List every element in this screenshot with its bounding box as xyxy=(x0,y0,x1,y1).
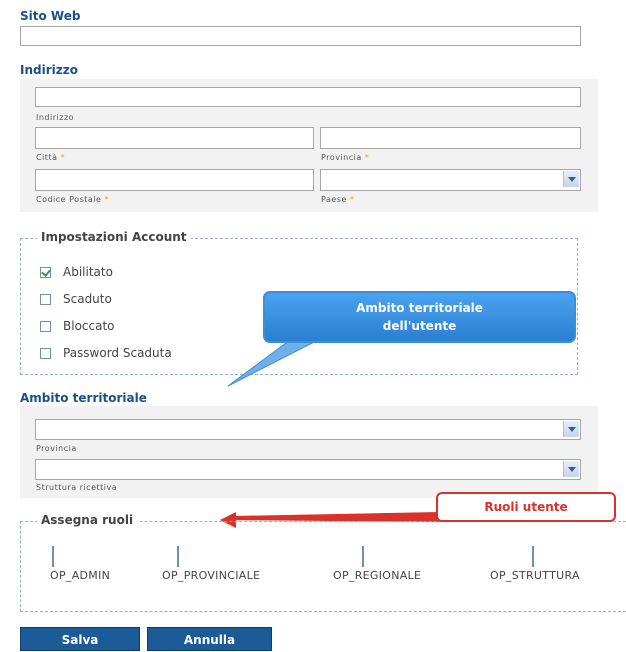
ambito-title: Ambito territoriale xyxy=(20,391,147,405)
role-admin-label: OP_ADMIN xyxy=(50,569,111,582)
struttura-label: Struttura ricettiva xyxy=(36,483,118,492)
role-regionale-label: OP_REGIONALE xyxy=(333,569,422,582)
ruoli-fieldset xyxy=(20,521,626,612)
ruoli-callout: Ruoli utente xyxy=(436,492,616,522)
role-struttura-label: OP_STRUTTURA xyxy=(490,569,580,582)
role-regionale-checkbox[interactable] xyxy=(362,546,364,567)
ambito-callout-pointer xyxy=(227,339,319,387)
ambito-provincia-select[interactable] xyxy=(35,419,581,440)
role-admin-checkbox[interactable] xyxy=(52,546,54,567)
struttura-select[interactable] xyxy=(35,459,581,480)
role-struttura-checkbox[interactable] xyxy=(532,546,534,567)
cancel-button[interactable]: Annulla xyxy=(147,627,272,651)
ruoli-legend: Assegna ruoli xyxy=(37,513,138,527)
ambito-callout-line1: Ambito territoriale xyxy=(356,301,483,315)
role-provinciale-checkbox[interactable] xyxy=(177,546,179,567)
ambito-callout: Ambito territoriale dell'utente xyxy=(263,291,576,343)
ambito-callout-line2: dell'utente xyxy=(382,319,457,333)
chevron-down-icon[interactable] xyxy=(563,421,579,437)
role-provinciale-label: OP_PROVINCIALE xyxy=(162,569,261,582)
chevron-down-icon[interactable] xyxy=(563,461,579,477)
save-button[interactable]: Salva xyxy=(20,627,140,651)
ambito-provincia-label: Provincia xyxy=(36,444,77,453)
